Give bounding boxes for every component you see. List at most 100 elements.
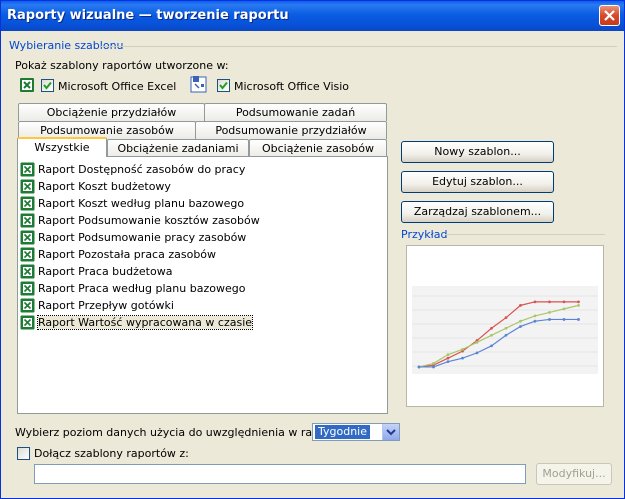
report-list-item[interactable]: Raport Dostępność zasobów do pracy [20, 161, 382, 178]
preview-point [432, 362, 435, 365]
preview-pane [406, 245, 604, 407]
preview-point [446, 360, 450, 364]
report-list-item[interactable]: Raport Praca budżetowa [20, 263, 382, 280]
usage-level-label: Wybierz poziom danych użycia do uwzględn… [15, 426, 350, 439]
usage-level-select[interactable]: Tygodnie [312, 423, 400, 441]
preview-point [504, 326, 508, 330]
tab-obciazenie-przydzialow[interactable]: Obciążenie przydziałów [18, 103, 205, 121]
report-name: Raport Wartość wypracowana w czasie [36, 315, 254, 330]
preview-point [519, 319, 522, 323]
report-list-item[interactable]: Raport Praca według planu bazowego [20, 280, 382, 297]
report-list-item[interactable]: Raport Podsumowanie kosztów zasobów [20, 212, 382, 229]
manage-template-label: Zarządzaj szablonem... [413, 205, 542, 218]
preview-chart-image [412, 286, 598, 374]
preview-divider [445, 234, 605, 235]
preview-point [461, 356, 464, 360]
report-name: Raport Podsumowanie kosztów zasobów [38, 214, 260, 227]
tab-obciazenie-zasobow[interactable]: Obciążenie zasobów [249, 139, 387, 157]
report-name: Raport Dostępność zasobów do pracy [38, 163, 246, 176]
preview-point [533, 319, 537, 323]
preview-point [562, 300, 566, 304]
report-name: Raport Koszt budżetowy [38, 180, 171, 193]
preview-point [533, 300, 537, 304]
show-templates-label: Pokaż szablony raportów utworzone w: [15, 59, 229, 72]
preview-point [490, 344, 493, 348]
preview-point [548, 300, 551, 304]
checkmark-icon [43, 81, 52, 90]
preview-plot-area [412, 286, 598, 374]
excel-report-icon [20, 213, 35, 228]
excel-report-icon [20, 196, 35, 211]
preview-point [562, 307, 566, 311]
new-template-label: Nowy szablon... [434, 145, 521, 158]
close-icon [604, 10, 615, 21]
excel-report-icon [20, 162, 35, 177]
report-list-item[interactable]: Raport Wartość wypracowana w czasie [20, 314, 382, 331]
edit-template-label: Edytuj szablon... [432, 175, 523, 188]
usage-level-value: Tygodnie [315, 425, 371, 439]
preview-point [548, 311, 551, 314]
edit-template-button[interactable]: Edytuj szablon... [401, 171, 554, 193]
close-button[interactable] [599, 5, 620, 26]
report-name: Raport Przepływ gotówki [38, 299, 174, 312]
preview-point [577, 303, 580, 307]
excel-checkbox-label: Microsoft Office Excel [58, 80, 177, 93]
report-list-item[interactable]: Raport Pozostała praca zasobów [20, 246, 382, 263]
preview-point [548, 318, 551, 321]
excel-report-icon [20, 281, 35, 296]
tab-podsumowanie-przydzialow[interactable]: Podsumowanie przydziałów [195, 121, 387, 139]
report-list-item[interactable]: Raport Koszt budżetowy [20, 178, 382, 195]
manage-template-button[interactable]: Zarządzaj szablonem... [401, 201, 554, 223]
excel-report-icon [20, 298, 35, 313]
preview-point [577, 318, 580, 321]
excel-checkbox[interactable] [41, 79, 54, 92]
templates-list-panel: Raport Dostępność zasobów do pracy Raport… [17, 156, 388, 414]
title-bar: Raporty wizualne — tworzenie raportu [1, 1, 624, 31]
preview-point [461, 347, 464, 351]
templates-path-input[interactable] [34, 464, 526, 484]
excel-report-icon [20, 247, 35, 262]
visio-checkbox-label: Microsoft Office Visio [234, 80, 350, 93]
preview-point [446, 353, 450, 357]
window-title: Raporty wizualne — tworzenie raportu [7, 8, 289, 23]
preview-point [504, 316, 508, 320]
excel-report-icon [20, 179, 35, 194]
include-templates-checkbox[interactable] [17, 447, 30, 460]
preview-point [504, 333, 508, 337]
report-name: Raport Podsumowanie pracy zasobów [38, 231, 247, 244]
report-list[interactable]: Raport Dostępność zasobów do pracy Raport… [20, 161, 382, 331]
tab-podsumowanie-zadan[interactable]: Podsumowanie zadań [204, 103, 387, 121]
preview-point [519, 325, 522, 328]
dialog-window: Raporty wizualne — tworzenie raportu Wyb… [0, 0, 625, 499]
report-list-item[interactable]: Raport Podsumowanie pracy zasobów [20, 229, 382, 246]
preview-point [446, 356, 450, 360]
report-list-item[interactable]: Raport Przepływ gotówki [20, 297, 382, 314]
preview-point [490, 326, 493, 330]
tab-obciazenie-zadaniami[interactable]: Obciążenie zadaniami [107, 139, 249, 157]
visio-app-icon [190, 76, 207, 93]
excel-report-icon [20, 315, 35, 330]
include-templates-label: Dołącz szablony raportów z: [34, 447, 189, 460]
preview-point [562, 318, 566, 321]
modify-button[interactable]: Modyfikuj... [536, 463, 612, 485]
tab-wszystkie[interactable]: Wszystkie [17, 137, 107, 157]
preview-point [533, 314, 537, 318]
report-name: Raport Koszt według planu bazowego [38, 197, 245, 210]
preview-point [475, 351, 479, 355]
preview-point [417, 365, 421, 369]
dropdown-arrow[interactable] [382, 424, 399, 440]
excel-report-icon [20, 264, 35, 279]
preview-point [490, 333, 493, 337]
visio-checkbox[interactable] [217, 79, 230, 92]
excel-report-icon [20, 230, 35, 245]
new-template-button[interactable]: Nowy szablon... [401, 141, 554, 163]
report-name: Raport Pozostała praca zasobów [38, 248, 217, 261]
report-name: Raport Praca według planu bazowego [38, 282, 246, 295]
chevron-down-icon [386, 429, 396, 436]
checkmark-icon [219, 81, 228, 90]
report-name: Raport Praca budżetowa [38, 265, 173, 278]
preview-point [475, 340, 479, 344]
excel-app-icon [20, 78, 34, 92]
report-list-item[interactable]: Raport Koszt według planu bazowego [20, 195, 382, 212]
preview-point [577, 300, 580, 304]
